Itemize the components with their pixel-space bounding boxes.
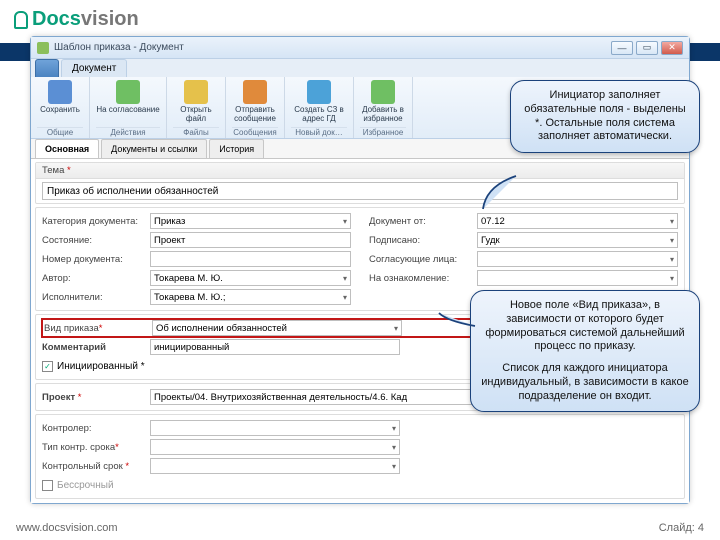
section-theme: Тема * bbox=[35, 162, 685, 204]
tab-links[interactable]: Документы и ссылки bbox=[101, 139, 207, 158]
controller-input[interactable] bbox=[150, 420, 400, 436]
agree-input[interactable] bbox=[477, 251, 678, 267]
mail-icon bbox=[243, 80, 267, 104]
save-button[interactable]: Сохранить bbox=[37, 80, 83, 115]
ribbon-tabs: Документ bbox=[31, 59, 689, 77]
footer-url: www.docsvision.com bbox=[16, 522, 117, 534]
term-input[interactable] bbox=[150, 458, 400, 474]
paperclip-icon bbox=[14, 11, 28, 29]
initiated-checkbox[interactable]: ✓ bbox=[42, 361, 53, 372]
ribbon-group-general: Сохранить Общие bbox=[31, 77, 90, 138]
agree-label: Согласующие лица: bbox=[369, 254, 477, 265]
minimize-button[interactable]: — bbox=[611, 41, 633, 55]
review-label: На ознакомление: bbox=[369, 273, 477, 284]
send-message-button[interactable]: Отправить сообщение bbox=[232, 80, 278, 124]
close-button[interactable]: ✕ bbox=[661, 41, 683, 55]
review-input[interactable] bbox=[477, 270, 678, 286]
tab-history[interactable]: История bbox=[209, 139, 264, 158]
ribbon-group-messages: Отправить сообщение Сообщения bbox=[226, 77, 285, 138]
approve-button[interactable]: На согласование bbox=[96, 80, 160, 115]
ribbon-group-files: Открыть файл Файлы bbox=[167, 77, 226, 138]
ribbon-group-actions: На согласование Действия bbox=[90, 77, 167, 138]
termtype-input[interactable] bbox=[150, 439, 400, 455]
number-label: Номер документа: bbox=[42, 254, 150, 265]
number-input[interactable] bbox=[150, 251, 351, 267]
docdate-input[interactable]: 07.12 bbox=[477, 213, 678, 229]
signed-label: Подписано: bbox=[369, 235, 477, 246]
add-favorite-button[interactable]: Добавить в избранное bbox=[360, 80, 406, 124]
perm-label: Бессрочный bbox=[57, 480, 114, 491]
titlebar: Шаблон приказа - Документ — ▭ ✕ bbox=[31, 37, 689, 59]
signed-input[interactable]: Гудк bbox=[477, 232, 678, 248]
executors-input[interactable]: Токарева М. Ю.; bbox=[150, 289, 351, 305]
maximize-button[interactable]: ▭ bbox=[636, 41, 658, 55]
new-doc-icon bbox=[307, 80, 331, 104]
author-label: Автор: bbox=[42, 273, 150, 284]
state-label: Состояние: bbox=[42, 235, 150, 246]
theme-input[interactable] bbox=[42, 182, 678, 200]
ribbon-group-favorites: Добавить в избранное Избранное bbox=[354, 77, 413, 138]
tab-main[interactable]: Основная bbox=[35, 139, 99, 158]
slide-number: Слайд: 4 bbox=[659, 522, 704, 534]
window-title: Шаблон приказа - Документ bbox=[54, 42, 184, 53]
create-sz-button[interactable]: Создать СЗ в адрес ГД bbox=[291, 80, 347, 124]
project-label: Проект * bbox=[42, 392, 150, 403]
author-input[interactable]: Токарева М. Ю. bbox=[150, 270, 351, 286]
ribbon-tab-file[interactable] bbox=[35, 59, 59, 77]
brand-logo: Docsvision bbox=[14, 8, 139, 31]
section-control: Контролер: Тип контр. срока* Контрольный… bbox=[35, 414, 685, 499]
open-file-button[interactable]: Открыть файл bbox=[173, 80, 219, 124]
folder-icon bbox=[184, 80, 208, 104]
callout-required-fields: Инициатор заполняет обязательные поля - … bbox=[510, 80, 700, 153]
comment-label: Комментарий bbox=[42, 342, 150, 353]
play-icon bbox=[116, 80, 140, 104]
category-input[interactable]: Приказ bbox=[150, 213, 351, 229]
kind-label: Вид приказа* bbox=[44, 323, 152, 334]
controller-label: Контролер: bbox=[42, 423, 150, 434]
state-input[interactable]: Проект bbox=[150, 232, 351, 248]
comment-input[interactable]: инициированный bbox=[150, 339, 400, 355]
star-icon bbox=[371, 80, 395, 104]
executors-label: Исполнители: bbox=[42, 292, 150, 303]
kind-input[interactable]: Об исполнении обязанностей bbox=[152, 320, 402, 336]
docdate-label: Документ от: bbox=[369, 216, 477, 227]
callout-kind-field: Новое поле «Вид приказа», в зависимости … bbox=[470, 290, 700, 412]
perm-checkbox[interactable]: ✓ bbox=[42, 480, 53, 491]
termtype-label: Тип контр. срока* bbox=[42, 442, 150, 453]
category-label: Категория документа: bbox=[42, 216, 150, 227]
initiated-label: Инициированный * bbox=[57, 361, 145, 372]
ribbon-group-newdoc: Создать СЗ в адрес ГД Новый док… bbox=[285, 77, 354, 138]
theme-label: Тема * bbox=[36, 163, 684, 179]
save-icon bbox=[48, 80, 72, 104]
term-label: Контрольный срок * bbox=[42, 461, 150, 472]
app-icon bbox=[37, 42, 49, 54]
ribbon-tab-document[interactable]: Документ bbox=[61, 59, 127, 77]
